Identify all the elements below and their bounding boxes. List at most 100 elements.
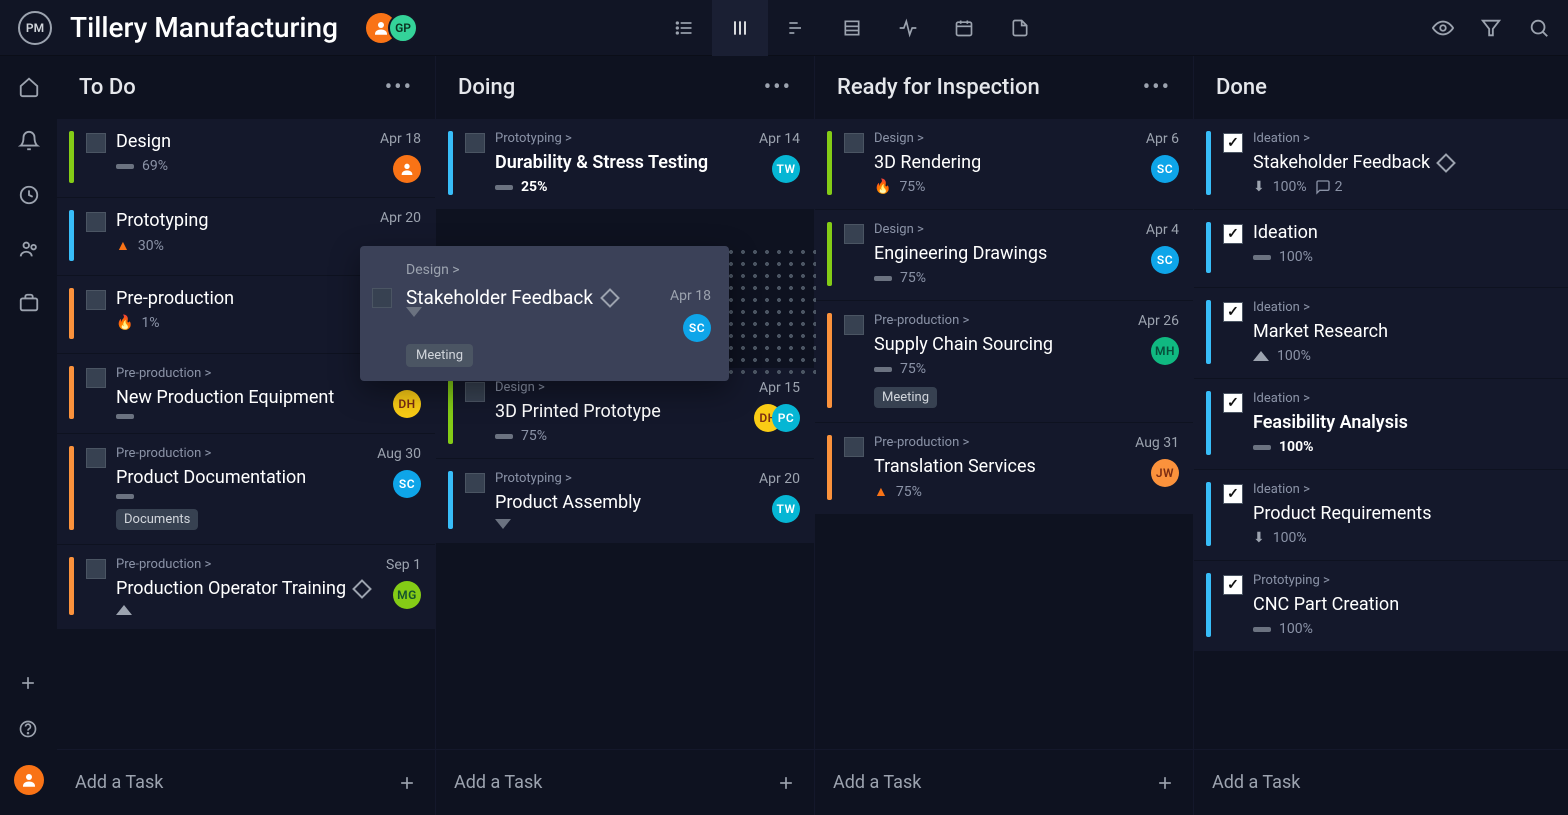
task-parent: Pre-production > <box>874 435 1125 450</box>
task-date: Sep 1 <box>386 557 421 573</box>
column-title: Done <box>1216 75 1267 100</box>
milestone-icon <box>1436 153 1456 173</box>
current-user-avatar[interactable] <box>14 765 44 795</box>
column-menu-icon[interactable]: ••• <box>764 75 792 100</box>
task-percent: 100% <box>1279 621 1313 637</box>
add-task-button[interactable]: Add a Task <box>436 749 814 815</box>
list-view-icon[interactable] <box>656 0 712 56</box>
task-card[interactable]: Design > 3D Rendering 🔥75% Apr 6 SC <box>815 118 1193 209</box>
task-tag: Meeting <box>406 344 473 367</box>
task-checkbox[interactable]: ✓ <box>1223 224 1243 244</box>
task-checkbox[interactable] <box>844 315 864 335</box>
add-icon[interactable] <box>18 673 40 695</box>
assignee-avatar[interactable]: MH <box>1151 337 1179 365</box>
task-checkbox[interactable] <box>86 133 106 153</box>
task-title: Product Assembly <box>495 492 749 513</box>
files-view-icon[interactable] <box>992 0 1048 56</box>
task-parent: Prototyping > <box>495 471 749 486</box>
task-checkbox[interactable] <box>465 473 485 493</box>
task-card[interactable]: ✓ Ideation > Market Research 100% <box>1194 287 1568 378</box>
add-task-button[interactable]: Add a Task <box>57 749 435 815</box>
visibility-icon[interactable] <box>1432 17 1454 39</box>
task-parent: Pre-production > <box>874 313 1128 328</box>
comments-icon[interactable]: 2 <box>1315 179 1343 195</box>
project-members[interactable]: GP <box>366 13 418 43</box>
assignee-avatar[interactable]: TW <box>772 495 800 523</box>
task-checkbox[interactable] <box>465 133 485 153</box>
projects-icon[interactable] <box>18 292 40 314</box>
task-checkbox[interactable] <box>86 290 106 310</box>
task-checkbox[interactable]: ✓ <box>1223 484 1243 504</box>
assignee-avatar[interactable]: DH <box>393 390 421 418</box>
add-task-button[interactable]: Add a Task <box>1194 749 1568 815</box>
plus-icon <box>1155 773 1175 793</box>
assignee-avatar[interactable]: SC <box>683 314 711 342</box>
dragging-card[interactable]: Design > Stakeholder Feedback Meeting Ap… <box>360 246 729 381</box>
task-percent: 100% <box>1273 179 1307 195</box>
task-card[interactable]: Pre-production > Product Documentation D… <box>57 433 435 544</box>
task-card[interactable]: ✓ Ideation > Stakeholder Feedback ⬇ 100%… <box>1194 118 1568 209</box>
board-view-icon[interactable] <box>712 0 768 56</box>
task-checkbox[interactable] <box>86 448 106 468</box>
assignee-avatar[interactable]: PC <box>772 404 800 432</box>
task-parent: Ideation > <box>1253 391 1559 406</box>
search-icon[interactable] <box>1528 17 1550 39</box>
task-percent: 100% <box>1279 249 1313 265</box>
task-checkbox[interactable] <box>465 382 485 402</box>
task-card[interactable]: Prototyping > Product Assembly Apr 20 TW <box>436 458 814 543</box>
task-card[interactable]: ✓ Prototyping > CNC Part Creation 100% <box>1194 560 1568 651</box>
task-title: Product Documentation <box>116 467 367 488</box>
column-title: Doing <box>458 75 515 100</box>
task-checkbox[interactable] <box>372 288 392 308</box>
card-stripe <box>69 131 74 183</box>
notifications-icon[interactable] <box>18 130 40 152</box>
task-checkbox[interactable] <box>86 368 106 388</box>
task-checkbox[interactable] <box>844 224 864 244</box>
column-menu-icon[interactable]: ••• <box>1143 75 1171 100</box>
team-icon[interactable] <box>18 238 40 260</box>
activity-view-icon[interactable] <box>880 0 936 56</box>
task-checkbox[interactable]: ✓ <box>1223 393 1243 413</box>
task-checkbox[interactable] <box>844 437 864 457</box>
task-percent: 75% <box>896 484 922 500</box>
task-card[interactable]: ✓ Ideation 100% <box>1194 209 1568 287</box>
filter-icon[interactable] <box>1480 17 1502 39</box>
task-card[interactable]: Pre-production > Production Operator Tra… <box>57 544 435 629</box>
task-card[interactable]: Design > Engineering Drawings 75% Apr 4 … <box>815 209 1193 300</box>
column-menu-icon[interactable]: ••• <box>385 75 413 100</box>
task-parent: Pre-production > <box>116 557 376 572</box>
task-card[interactable]: ✓ Ideation > Product Requirements ⬇100% <box>1194 469 1568 560</box>
add-task-button[interactable]: Add a Task <box>815 749 1193 815</box>
task-card[interactable]: Design 69% Apr 18 <box>57 118 435 197</box>
priority-fire-icon: 🔥 <box>874 179 891 195</box>
task-checkbox[interactable] <box>844 133 864 153</box>
task-card[interactable]: ✓ Ideation > Feasibility Analysis 100% <box>1194 378 1568 469</box>
task-card[interactable]: Pre-production > Translation Services ▲7… <box>815 422 1193 514</box>
task-date: Aug 31 <box>1135 435 1179 451</box>
assignee-avatar[interactable]: TW <box>772 155 800 183</box>
task-checkbox[interactable]: ✓ <box>1223 302 1243 322</box>
assignee-avatar[interactable]: SC <box>1151 246 1179 274</box>
task-title: Translation Services <box>874 456 1125 477</box>
calendar-view-icon[interactable] <box>936 0 992 56</box>
task-card[interactable]: Pre-production > Supply Chain Sourcing 7… <box>815 300 1193 422</box>
home-icon[interactable] <box>18 76 40 98</box>
assignee-avatar[interactable]: JW <box>1151 459 1179 487</box>
task-checkbox[interactable]: ✓ <box>1223 575 1243 595</box>
table-view-icon[interactable] <box>824 0 880 56</box>
card-stripe <box>1206 482 1211 546</box>
assignee-avatar[interactable]: SC <box>1151 155 1179 183</box>
add-task-label: Add a Task <box>454 772 542 793</box>
gantt-view-icon[interactable] <box>768 0 824 56</box>
assignee-avatar[interactable]: SC <box>393 470 421 498</box>
assignee-avatar[interactable] <box>393 155 421 183</box>
help-icon[interactable] <box>18 719 40 741</box>
card-stripe <box>69 557 74 615</box>
recent-icon[interactable] <box>18 184 40 206</box>
logo[interactable]: PM <box>18 11 52 45</box>
assignee-avatar[interactable]: MG <box>393 581 421 609</box>
task-card[interactable]: Prototyping > Durability & Stress Testin… <box>436 118 814 209</box>
task-checkbox[interactable] <box>86 559 106 579</box>
task-checkbox[interactable] <box>86 212 106 232</box>
task-checkbox[interactable]: ✓ <box>1223 133 1243 153</box>
